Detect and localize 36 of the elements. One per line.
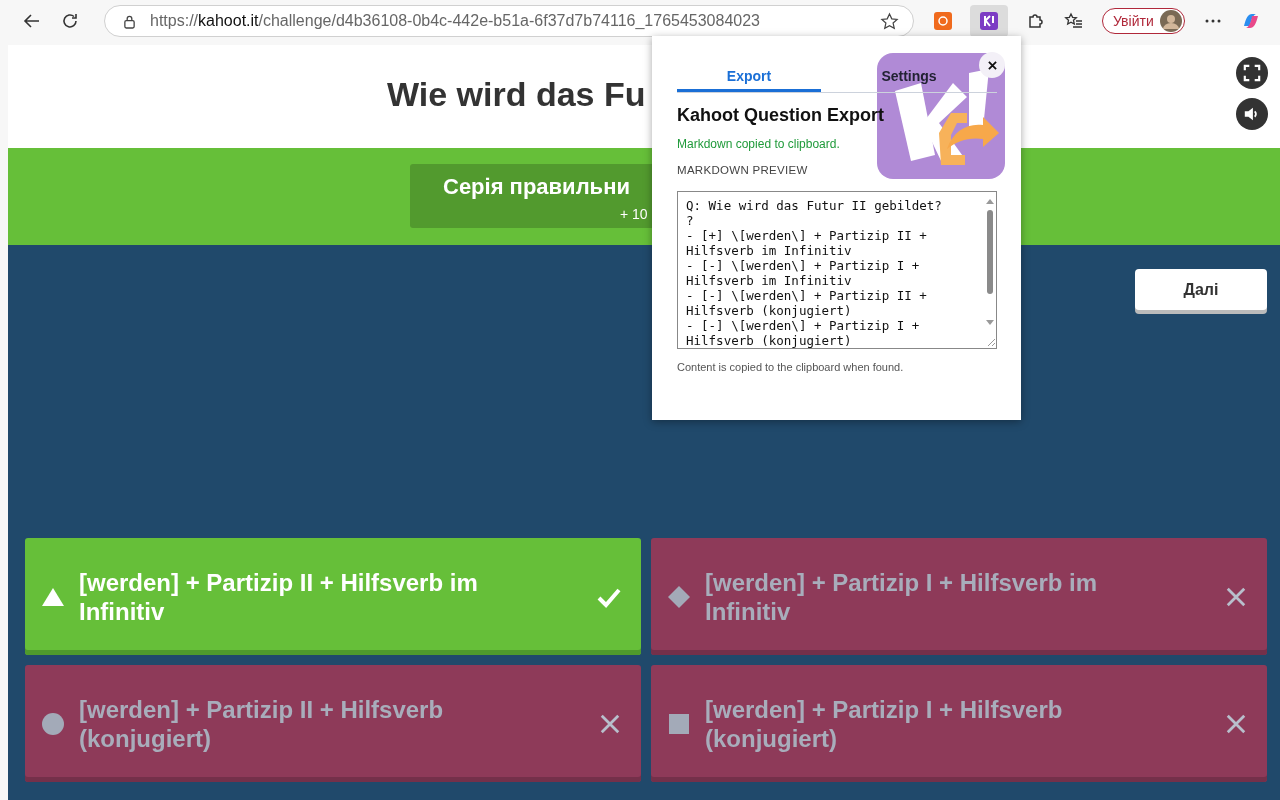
popup-tab[interactable]: Export [677, 58, 821, 92]
star-icon[interactable] [880, 11, 899, 31]
answer-text: [werden] + Partizip I + Hilfsverb (konjugiert) [705, 694, 1064, 753]
popup-tab[interactable]: Settings [837, 58, 981, 92]
diamond-icon [667, 584, 691, 609]
status-message: Markdown copied to clipboard. [677, 137, 841, 151]
circle-icon [41, 711, 65, 736]
fullscreen-button[interactable] [1236, 57, 1268, 89]
lock-icon[interactable] [123, 13, 136, 29]
answer-text: [werden] + Partizip II + Hilfsverb (konjugiert) [79, 694, 445, 753]
markdown-preview-field[interactable]: Q: Wie wird das Futur II gebildet? ? - [+] \[werden\] + Partizip II + Hilfsverb im Infinitiv - [-] \[werden\] + Partizip I + Hilfsverb im Infinitiv - [-] \[werden\] + Partizip II + Hilfsverb (konjugiert) - [-] \[werden\] + Partizip I + Hilfsverb (konjugiert) [677, 191, 997, 349]
favorites-icon[interactable] [1064, 11, 1084, 31]
cross-icon [1225, 585, 1247, 608]
avatar-icon [1159, 10, 1182, 32]
footer-note: Content is copied to the clipboard when found. [677, 361, 905, 373]
section-label: MARKDOWN PREVIEW [677, 164, 809, 176]
close-icon [987, 60, 997, 70]
sign-in-button[interactable]: Увійти [1102, 8, 1185, 34]
extension-icon[interactable] [980, 12, 998, 30]
puzzle-icon[interactable] [1026, 11, 1046, 31]
address-bar[interactable]: https://kahoot.it/challenge/d4b36108-0b4c-442e-b51a-6f37d7b74116_1765453084023 [104, 5, 914, 37]
reload-icon[interactable] [60, 11, 80, 31]
answer-text: [werden] + Partizip II + Hilfsverb im Infinitiv [79, 567, 479, 626]
question-title: Wie wird das Fu [387, 75, 646, 114]
cross-icon [599, 712, 621, 735]
popup-heading: Kahoot Question Export [677, 105, 885, 126]
streak-title: Серія правильни [443, 174, 631, 200]
sound-button[interactable] [1236, 98, 1268, 130]
extension-icon[interactable] [934, 12, 952, 30]
answer-text: [werden] + Partizip I + Hilfsverb im Infinitiv [705, 567, 1099, 626]
square-icon [667, 711, 691, 736]
close-button[interactable] [979, 52, 1005, 78]
url-text: https://kahoot.it/challenge/d4b36108-0b4c-442e-b51a-6f37d7b74116_1765453084023 [150, 12, 761, 30]
fullscreen-icon [1243, 64, 1261, 82]
cross-icon [1225, 712, 1247, 735]
streak-points: + 10 [620, 206, 648, 222]
